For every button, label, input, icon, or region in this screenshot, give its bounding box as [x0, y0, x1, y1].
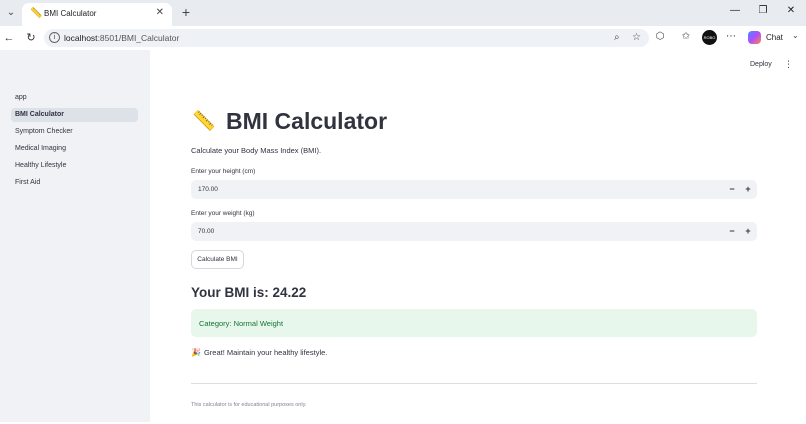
window-close-icon[interactable]: ✕: [784, 5, 798, 16]
party-popper-icon: 🎉: [191, 348, 201, 357]
chat-label: Chat: [766, 33, 783, 42]
calculate-bmi-button[interactable]: Calculate BMI: [191, 250, 244, 269]
divider: [191, 383, 757, 384]
bmi-result: Your BMI is: 24.22: [191, 285, 307, 300]
weight-input[interactable]: 70.00 − +: [191, 222, 757, 241]
ruler-icon: 📏: [30, 8, 43, 19]
sidebar: app BMI Calculator Symptom Checker Medic…: [0, 50, 150, 422]
weight-value[interactable]: 70.00: [198, 228, 214, 235]
main-menu-icon[interactable]: ⋮: [784, 59, 793, 70]
tip-text: Great! Maintain your healthy lifestyle.: [203, 348, 328, 357]
footer-disclaimer: This calculator is for educational purpo…: [191, 402, 307, 408]
weight-decrement-button[interactable]: −: [726, 225, 738, 238]
main-content: Deploy ⋮ 📏 BMI Calculator Calculate your…: [150, 50, 806, 422]
sidebar-item-symptom-checker[interactable]: Symptom Checker: [11, 125, 138, 139]
new-tab-icon[interactable]: +: [178, 4, 194, 20]
chevron-down-icon[interactable]: ⌄: [792, 31, 799, 40]
height-increment-button[interactable]: +: [742, 183, 754, 196]
more-options-icon[interactable]: ⋯: [724, 31, 738, 42]
weight-increment-button[interactable]: +: [742, 225, 754, 238]
height-label: Enter your height (cm): [191, 168, 256, 175]
browser-tab[interactable]: 📏 BMI Calculator ✕: [22, 3, 172, 26]
sidebar-item-medical-imaging[interactable]: Medical Imaging: [11, 142, 138, 156]
browser-toolbar: ← ↻ i localhost:8501/BMI_Calculator ⌕ ☆ …: [0, 26, 806, 50]
site-info-icon[interactable]: i: [49, 32, 60, 43]
reload-icon[interactable]: ↻: [24, 31, 38, 45]
sidebar-item-app[interactable]: app: [11, 91, 138, 105]
restore-icon[interactable]: ❐: [756, 5, 770, 16]
tab-close-icon[interactable]: ✕: [156, 7, 164, 18]
weight-label: Enter your weight (kg): [191, 210, 255, 217]
ruler-icon: 📏: [192, 111, 216, 132]
sidebar-item-bmi-calculator[interactable]: BMI Calculator: [11, 108, 138, 122]
category-success-alert: Category: Normal Weight: [191, 309, 757, 337]
tab-title: BMI Calculator: [44, 9, 97, 18]
page-description: Calculate your Body Mass Index (BMI).: [191, 146, 322, 155]
tip-message: 🎉 Great! Maintain your healthy lifestyle.: [191, 348, 327, 357]
address-bar[interactable]: i localhost:8501/BMI_Calculator ⌕ ☆: [44, 29, 649, 47]
height-input[interactable]: 170.00 − +: [191, 180, 757, 199]
page-title: BMI Calculator: [226, 108, 388, 134]
bookmark-star-icon[interactable]: ☆: [632, 32, 641, 43]
category-text: Category: Normal Weight: [199, 319, 284, 328]
app-viewport: app BMI Calculator Symptom Checker Medic…: [0, 50, 806, 424]
sidebar-item-first-aid[interactable]: First Aid: [11, 176, 138, 190]
extensions-icon[interactable]: ⬡: [653, 31, 667, 42]
height-decrement-button[interactable]: −: [726, 183, 738, 196]
browser-tab-strip: ⌄ 📏 BMI Calculator ✕ + — ❐ ✕: [0, 0, 806, 26]
back-icon[interactable]: ←: [2, 31, 16, 45]
zoom-search-icon[interactable]: ⌕: [614, 32, 620, 43]
tab-search-chevron-icon[interactable]: ⌄: [4, 6, 18, 20]
height-value[interactable]: 170.00: [198, 186, 218, 193]
favorites-icon[interactable]: ✩: [679, 31, 693, 42]
url-text: localhost:8501/BMI_Calculator: [64, 33, 180, 43]
deploy-button[interactable]: Deploy: [750, 61, 772, 68]
profile-avatar[interactable]: ROBO: [702, 30, 717, 45]
sidebar-item-healthy-lifestyle[interactable]: Healthy Lifestyle: [11, 159, 138, 173]
minimize-icon[interactable]: —: [728, 5, 742, 16]
copilot-icon: [748, 31, 761, 44]
